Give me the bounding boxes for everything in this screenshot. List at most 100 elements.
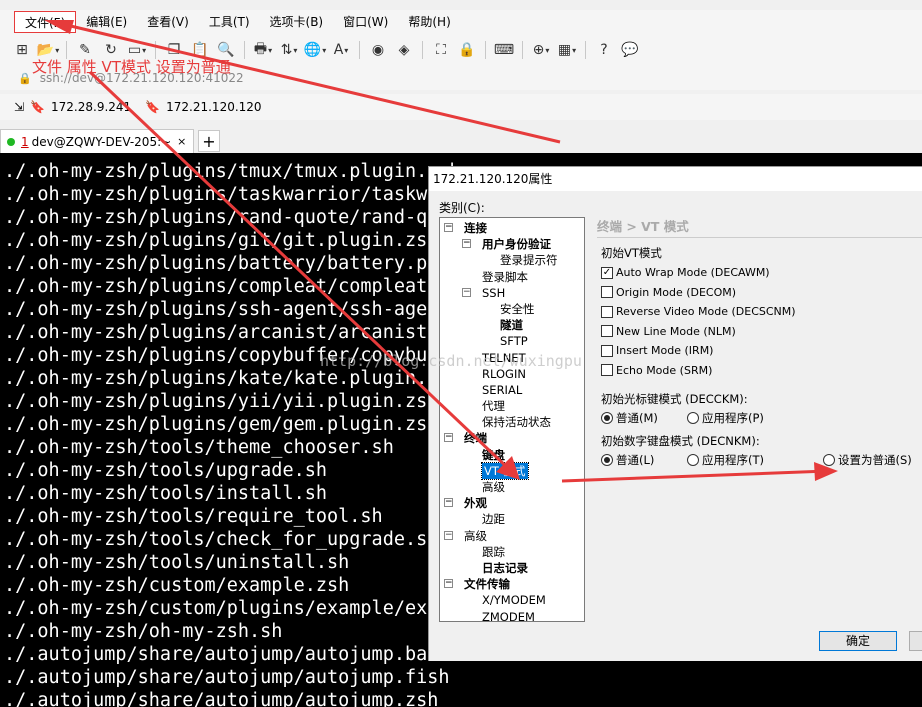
pane-divider [597, 237, 922, 238]
layout-icon[interactable]: ▦ [555, 39, 579, 61]
tree-node[interactable]: 高级 [440, 479, 584, 495]
radio-option[interactable]: 普通(M) [601, 410, 658, 426]
checkbox-box[interactable] [601, 325, 613, 337]
vt-mode-checkbox[interactable]: Origin Mode (DECOM) [601, 286, 736, 299]
radio-circle[interactable] [687, 454, 699, 466]
toolbar-separator [244, 41, 245, 59]
tree-node[interactable]: SERIAL [440, 382, 584, 398]
tree-node[interactable]: ZMODEM [440, 609, 584, 622]
radio-circle[interactable] [823, 454, 835, 466]
globe-icon[interactable]: 🌐 [303, 39, 327, 61]
tree-node[interactable]: VT 模式 [440, 461, 584, 480]
menu-item-1[interactable]: 编辑(E) [76, 11, 137, 33]
tree-node[interactable]: 登录脚本 [440, 269, 584, 285]
tree-node-label: 高级 [482, 480, 505, 494]
lock-icon[interactable]: 🔒 [455, 39, 479, 61]
tree-node[interactable]: 保持活动状态 [440, 414, 584, 430]
help-icon[interactable]: ? [592, 39, 616, 61]
ok-button[interactable]: 确定 [819, 631, 897, 651]
tree-node[interactable]: − 外观 [440, 495, 584, 511]
checkbox-box[interactable] [601, 364, 613, 376]
tree-node[interactable]: − 高级 [440, 528, 584, 544]
keyboard-icon[interactable]: ⌨ [492, 39, 516, 61]
collapse-icon[interactable]: − [444, 530, 453, 540]
add-icon[interactable]: ⊕ [529, 39, 553, 61]
print-icon[interactable]: 🖶 [251, 39, 275, 61]
menu-item-6[interactable]: 帮助(H) [398, 11, 460, 33]
checkbox-box[interactable] [601, 286, 613, 298]
collapse-icon[interactable]: − [444, 433, 453, 443]
vt-mode-checkbox[interactable]: Reverse Video Mode (DECSCNM) [601, 305, 796, 318]
tree-node-label: 文件传输 [464, 577, 510, 592]
init-vt-label: 初始VT模式 [601, 246, 662, 260]
new-tab-button[interactable]: + [198, 130, 220, 152]
radio-circle[interactable] [601, 412, 613, 424]
vt-mode-checkbox[interactable]: New Line Mode (NLM) [601, 325, 736, 338]
tree-node[interactable]: 键盘 [440, 447, 584, 463]
radio-label: 普通(L) [616, 453, 655, 467]
transfer-icon[interactable]: ⇅ [277, 39, 301, 61]
tree-node[interactable]: 边距 [440, 511, 584, 527]
toolbar-separator [585, 41, 586, 59]
collapse-icon[interactable]: − [444, 498, 453, 508]
tab-bar: 1 dev@ZQWY-DEV-205:~ × + [0, 127, 922, 153]
tree-node[interactable]: − 文件传输 [440, 576, 584, 592]
collapse-icon[interactable]: − [444, 223, 453, 232]
session-tab[interactable]: 1 dev@ZQWY-DEV-205:~ × [0, 129, 194, 153]
menu-item-5[interactable]: 窗口(W) [333, 11, 398, 33]
collapse-icon[interactable]: − [444, 579, 453, 589]
link-item[interactable]: 🔖 172.21.120.120 [145, 100, 261, 114]
xftp-icon[interactable]: ◉ [366, 39, 390, 61]
category-tree[interactable]: − 连接 − 用户身份验证 登录提示符 登录脚本 − SSH 安全性 隧道 SFTP TELNET RL… [439, 217, 585, 622]
toolbar-separator [485, 41, 486, 59]
menu-item-3[interactable]: 工具(T) [199, 11, 260, 33]
checkbox-box[interactable]: ✓ [601, 266, 613, 279]
collapse-icon[interactable]: − [462, 287, 471, 297]
menu-item-0[interactable]: 文件(F) [14, 11, 77, 33]
tree-node[interactable]: SFTP [440, 333, 584, 349]
collapse-icon[interactable]: − [462, 239, 471, 249]
radio-option[interactable]: 设置为普通(S) [823, 452, 912, 468]
font-icon[interactable]: A [329, 39, 353, 61]
checkbox-label: Insert Mode (IRM) [616, 344, 714, 357]
menu-item-4[interactable]: 选项卡(B) [260, 11, 334, 33]
radio-option[interactable]: 应用程序(P) [687, 410, 764, 426]
radio-circle[interactable] [687, 412, 699, 424]
tree-node[interactable]: − 连接 [440, 220, 584, 236]
connected-status-icon [7, 137, 15, 146]
chat-icon[interactable]: 💬 [618, 39, 642, 61]
checkbox-box[interactable] [601, 344, 613, 357]
lock-icon: 🔒 [18, 71, 32, 85]
tree-node[interactable]: 登录提示符 [440, 252, 584, 268]
tree-node[interactable]: 隧道 [440, 317, 584, 333]
radio-option[interactable]: 应用程序(T) [687, 452, 764, 468]
tree-node[interactable]: − 用户身份验证 [440, 236, 584, 252]
new-session-icon[interactable]: ⊞ [10, 39, 34, 61]
checkbox-label: Auto Wrap Mode (DECAWM) [616, 266, 770, 279]
xshell-icon[interactable]: ◈ [392, 39, 416, 61]
close-icon[interactable]: × [177, 135, 186, 148]
radio-option[interactable]: 普通(L) [601, 452, 654, 468]
toolbar-separator [522, 41, 523, 59]
tree-node[interactable]: 日志记录 [440, 560, 584, 576]
tree-node[interactable]: 跟踪 [440, 544, 584, 560]
checkbox-box[interactable] [601, 305, 613, 318]
cancel-button[interactable] [909, 631, 922, 651]
tree-node[interactable]: − SSH [440, 285, 584, 301]
tree-node-label: 日志记录 [482, 560, 528, 575]
tree-node-label: SSH [482, 285, 506, 300]
vt-mode-checkbox[interactable]: Insert Mode (IRM) [601, 344, 713, 357]
link-arrow-icon[interactable]: ⇲ [14, 100, 24, 114]
menu-item-2[interactable]: 查看(V) [137, 11, 199, 33]
vt-mode-checkbox[interactable]: Echo Mode (SRM) [601, 364, 712, 377]
link-label: 172.21.120.120 [166, 100, 262, 114]
tree-node[interactable]: − 终端 [440, 430, 584, 446]
radio-circle[interactable] [601, 454, 613, 466]
tree-node[interactable]: X/YMODEM [440, 592, 584, 608]
tree-node[interactable]: 安全性 [440, 301, 584, 317]
fullscreen-icon[interactable]: ⛶ [429, 39, 453, 61]
link-item[interactable]: 🔖 172.28.9.241 [30, 100, 131, 114]
vt-mode-checkbox[interactable]: ✓ Auto Wrap Mode (DECAWM) [601, 266, 770, 279]
tree-node[interactable]: 代理 [440, 398, 584, 414]
tree-node-label: 登录脚本 [482, 269, 528, 284]
